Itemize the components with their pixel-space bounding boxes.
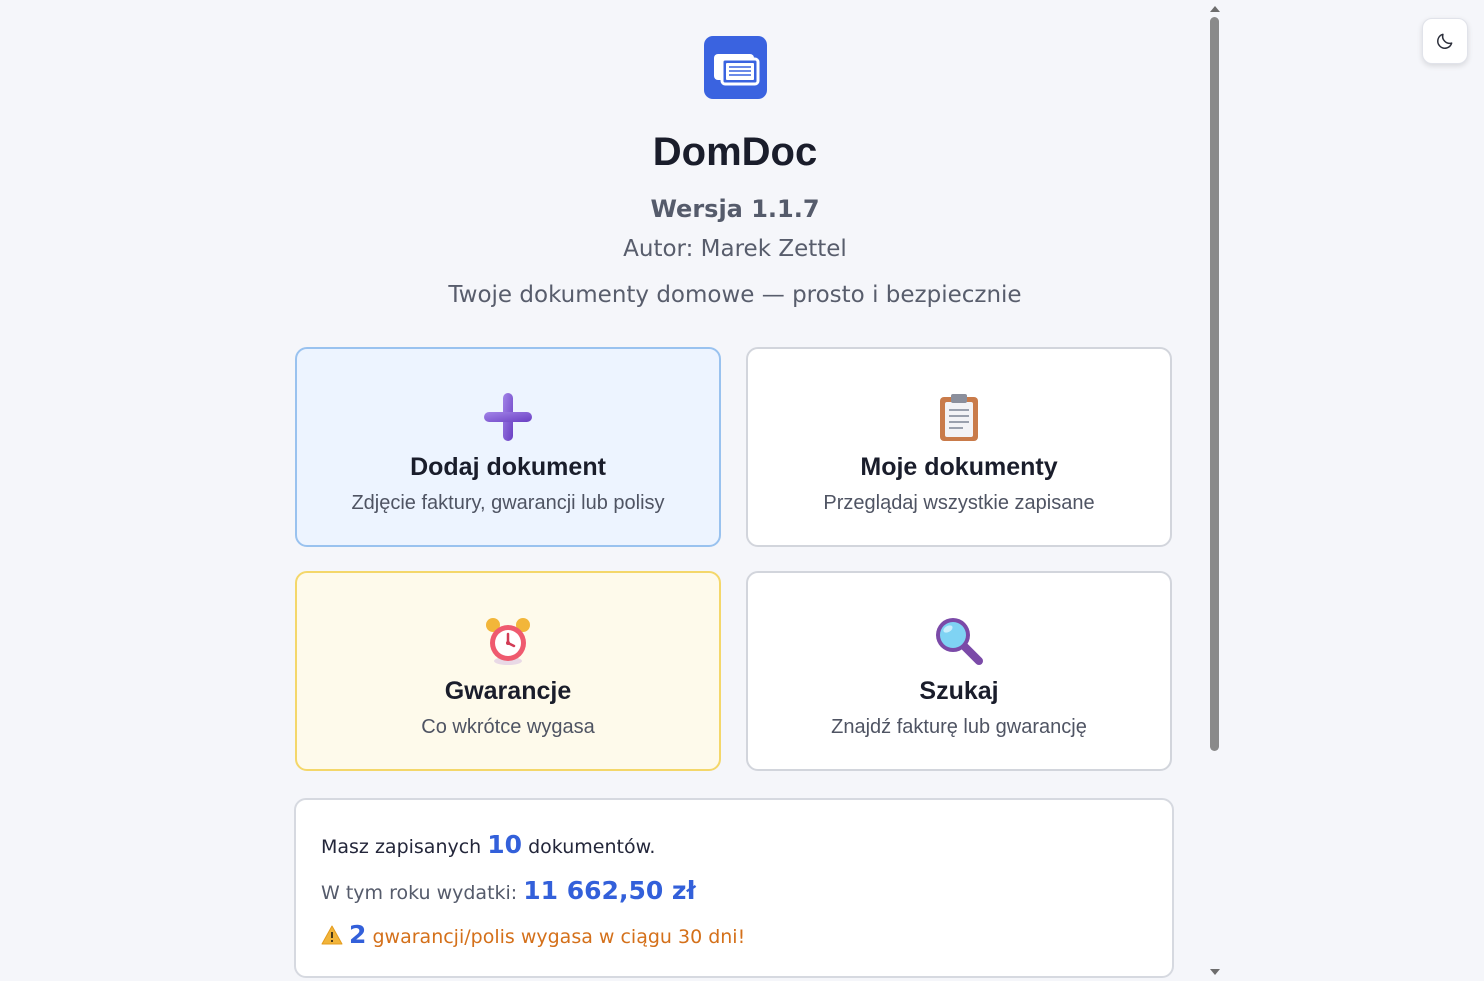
plus-icon [297,391,719,443]
moon-icon [1437,33,1453,49]
warranties-card[interactable]: Gwarancje Co wkrótce wygasa [295,571,721,771]
expiring-count: 2 [349,920,367,949]
card-subtitle: Przeglądaj wszystkie zapisane [823,492,1095,514]
document-stack-icon [713,53,759,85]
search-card[interactable]: Szukaj Znajdź fakturę lub gwarancję [746,571,1172,771]
card-title: Moje dokumenty [860,453,1058,481]
spend-prefix: W tym roku wydatki: [321,882,518,904]
alarm-clock-icon [297,615,719,667]
expiring-warning-line: 2 gwarancji/polis wygasa w ciągu 30 dni! [321,920,745,949]
my-documents-card[interactable]: Moje dokumenty Przeglądaj wszystkie zapi… [746,347,1172,547]
add-document-card[interactable]: Dodaj dokument Zdjęcie faktury, gwarancj… [295,347,721,547]
app-title: DomDoc [652,130,818,174]
documents-count: 10 [487,830,523,859]
main-viewport: DomDoc Wersja 1.1.7 Autor: Marek Zettel … [0,0,1207,981]
scrollbar-thumb[interactable] [1210,17,1219,751]
theme-toggle-button[interactable] [1422,18,1468,64]
card-title: Dodaj dokument [410,453,606,481]
scroll-up-arrow-icon[interactable] [1210,6,1220,12]
docs-prefix: Masz zapisanych [321,836,482,858]
card-subtitle: Co wkrótce wygasa [421,716,595,738]
card-title: Szukaj [919,677,999,705]
warning-icon [321,925,343,945]
card-title: Gwarancje [444,677,572,705]
vertical-scrollbar[interactable] [1207,0,1223,981]
scroll-down-arrow-icon[interactable] [1210,969,1220,975]
docs-suffix: dokumentów. [528,836,656,858]
documents-count-line: Masz zapisanych 10 dokumentów. [321,830,655,859]
stats-panel: Masz zapisanych 10 dokumentów. W tym rok… [294,798,1174,978]
yearly-spend-value: 11 662,50 zł [523,876,696,905]
yearly-spend-line: W tym roku wydatki: 11 662,50 zł [321,876,696,905]
app-version: Wersja 1.1.7 [650,195,820,223]
app-tagline: Twoje dokumenty domowe — prosto i bezpie… [448,282,1022,308]
card-subtitle: Zdjęcie faktury, gwarancji lub polisy [351,492,665,514]
warning-text: gwarancji/polis wygasa w ciągu 30 dni! [372,926,746,948]
card-subtitle: Znajdź fakturę lub gwarancję [831,716,1087,738]
clipboard-icon [748,391,1170,443]
app-logo [704,36,767,99]
app-author: Autor: Marek Zettel [623,236,847,262]
magnifier-icon [748,615,1170,667]
